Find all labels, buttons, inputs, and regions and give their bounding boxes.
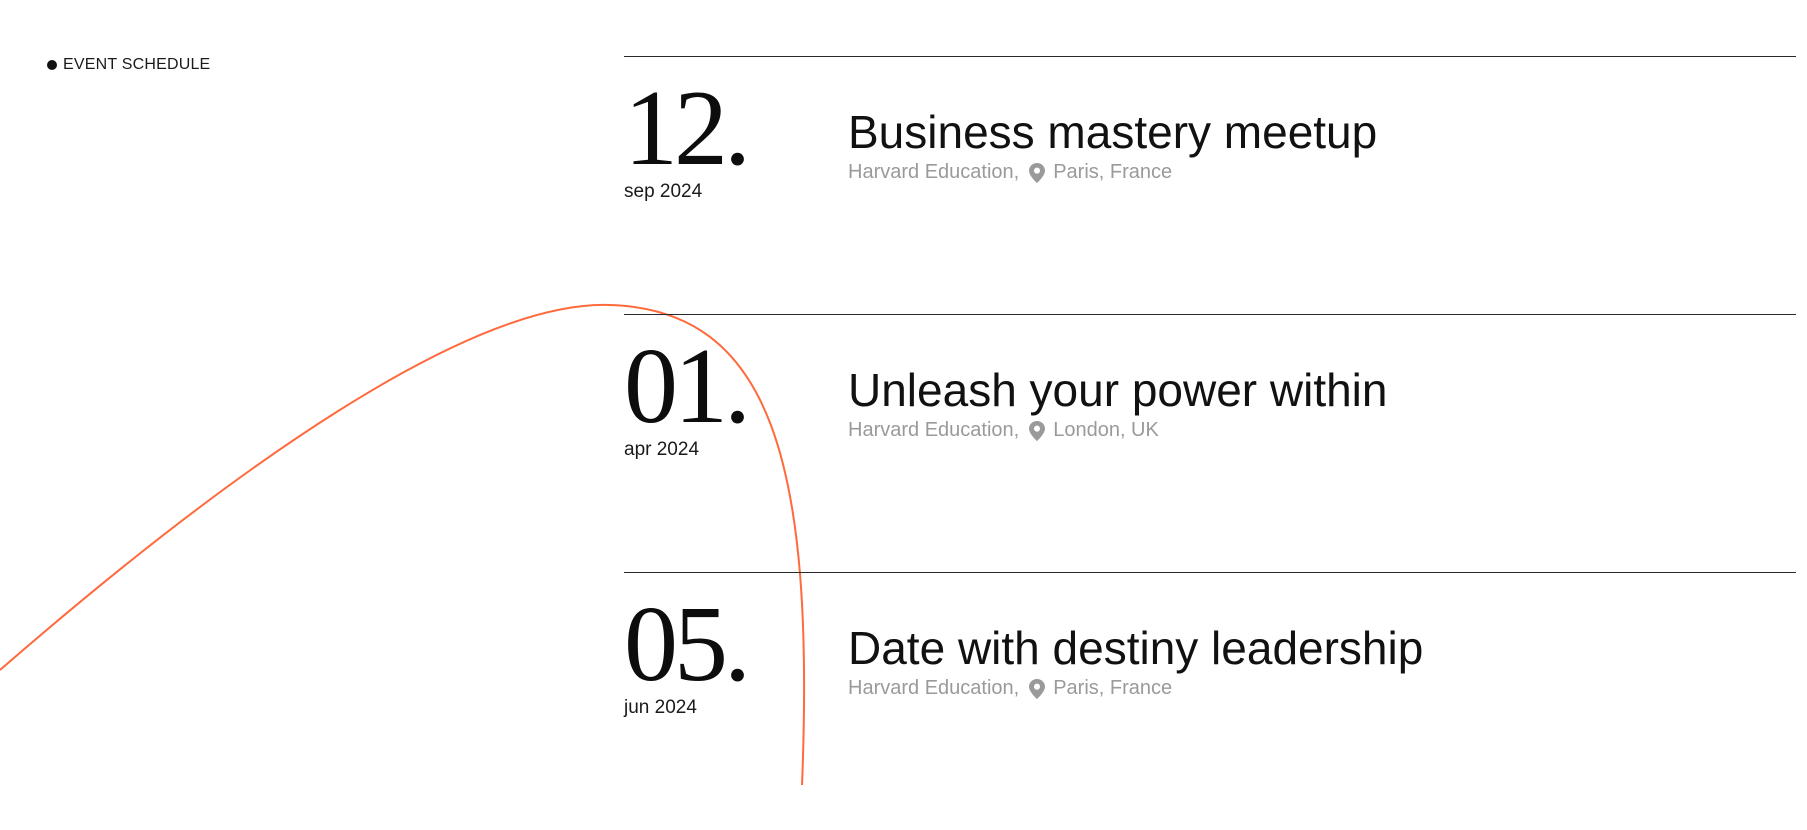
event-location: Paris, France	[1053, 161, 1173, 183]
event-month: apr 2024	[624, 439, 700, 460]
event-item[interactable]: 01. apr 2024 Unleash your power within H…	[624, 314, 1796, 572]
section-label-text: EVENT SCHEDULE	[63, 56, 211, 73]
event-location: London, UK	[1053, 419, 1159, 441]
event-organizer: Harvard Education,	[848, 677, 1020, 699]
event-location: Paris, France	[1053, 677, 1173, 699]
event-title[interactable]: Unleash your power within	[848, 363, 1388, 417]
dot-icon	[47, 60, 57, 70]
event-title[interactable]: Date with destiny leadership	[848, 621, 1423, 675]
event-meta: Harvard Education, Paris, France	[848, 677, 1172, 700]
event-title[interactable]: Business mastery meetup	[848, 105, 1377, 159]
event-month: jun 2024	[624, 697, 697, 718]
event-list: 12. sep 2024 Business mastery meetup Har…	[624, 56, 1796, 830]
map-pin-icon	[1029, 678, 1046, 699]
map-pin-icon	[1029, 420, 1046, 441]
event-day: 05.	[624, 585, 751, 704]
event-day: 12.	[624, 69, 751, 188]
event-item[interactable]: 05. jun 2024 Date with destiny leadershi…	[624, 572, 1796, 830]
event-organizer: Harvard Education,	[848, 419, 1020, 441]
map-pin-icon	[1029, 162, 1046, 183]
section-label: EVENT SCHEDULE	[47, 56, 210, 74]
event-month: sep 2024	[624, 181, 703, 202]
event-organizer: Harvard Education,	[848, 161, 1020, 183]
event-meta: Harvard Education, London, UK	[848, 419, 1159, 442]
event-item[interactable]: 12. sep 2024 Business mastery meetup Har…	[624, 56, 1796, 314]
event-meta: Harvard Education, Paris, France	[848, 161, 1172, 184]
event-day: 01.	[624, 327, 751, 446]
